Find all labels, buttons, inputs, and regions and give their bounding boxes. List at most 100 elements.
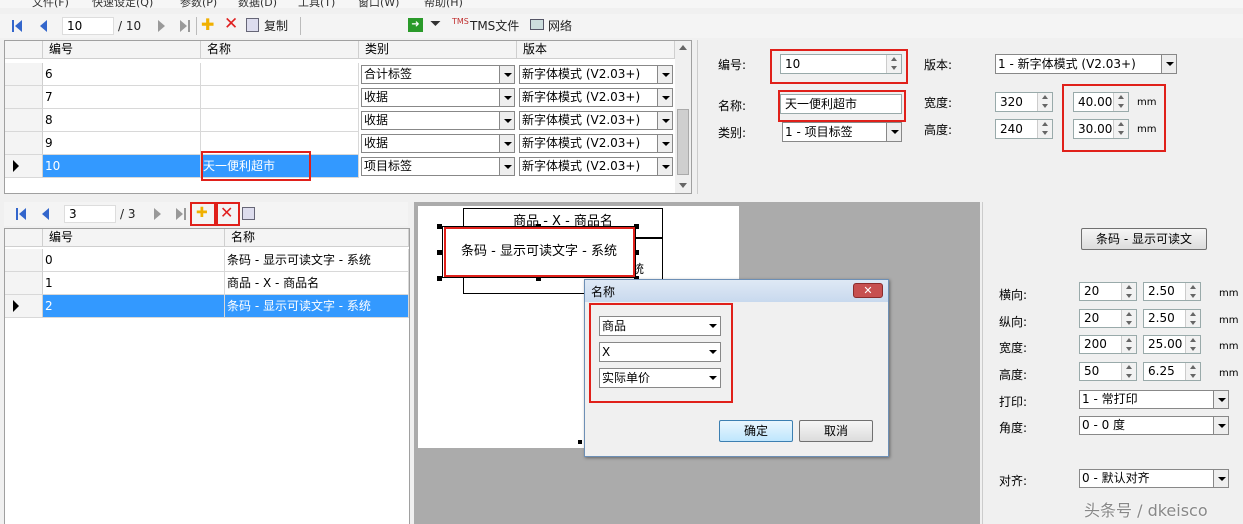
tms-icon[interactable]: ТМS — [452, 18, 469, 26]
first-record-arrow-icon[interactable] — [15, 20, 22, 32]
el-width-px-field[interactable]: 200 — [1079, 335, 1137, 354]
spin-icon[interactable] — [1185, 336, 1200, 353]
current-row-indicator[interactable] — [5, 155, 43, 178]
menu-data[interactable]: 数据(D) — [238, 0, 277, 8]
v-pos-mm-field[interactable]: 2.50 — [1143, 309, 1201, 328]
dropdown-arrow-icon[interactable] — [657, 89, 672, 106]
go-icon[interactable]: ➜ — [408, 18, 423, 32]
dropdown-arrow-icon[interactable] — [499, 66, 514, 83]
h-pos-px-field[interactable]: 20 — [1079, 282, 1137, 301]
col-header-name[interactable]: 名称 — [201, 41, 359, 59]
col-header-version[interactable]: 版本 — [517, 41, 675, 59]
dropdown-arrow-icon[interactable] — [657, 66, 672, 83]
col-header-id[interactable]: 编号 — [43, 41, 201, 59]
menu-file[interactable]: 文件(F) — [32, 0, 69, 8]
last-record-icon[interactable] — [180, 20, 187, 32]
dropdown-arrow-icon[interactable] — [499, 89, 514, 106]
scroll-thumb[interactable] — [677, 109, 689, 175]
dropdown-arrow-icon[interactable] — [1213, 470, 1228, 487]
menu-tools[interactable]: 工具(T) — [298, 0, 335, 8]
table-row-id[interactable]: 8 — [43, 109, 201, 132]
version-combo[interactable]: 新字体模式 (V2.03+) — [519, 65, 673, 84]
first-element-arrow-icon[interactable] — [19, 208, 26, 220]
height-px-field[interactable]: 240 — [995, 119, 1053, 139]
spin-icon[interactable] — [1185, 363, 1200, 380]
col-header-type[interactable]: 类别 — [359, 41, 517, 59]
filter-icon[interactable]: ⏷ — [430, 16, 441, 32]
scroll-down-icon[interactable] — [679, 183, 687, 188]
menu-help[interactable]: 帮助(H) — [424, 0, 463, 8]
copy-icon[interactable] — [246, 18, 259, 32]
last-element-bar-icon[interactable] — [184, 208, 186, 220]
el-width-mm-field[interactable]: 25.00 — [1143, 335, 1201, 354]
last-element-icon[interactable] — [176, 208, 183, 220]
dropdown-arrow-icon[interactable] — [499, 135, 514, 152]
angle-select[interactable]: 0 - 0 度 — [1079, 416, 1229, 435]
spin-icon[interactable] — [1121, 283, 1136, 300]
width-px-field[interactable]: 320 — [995, 92, 1053, 112]
copy-button[interactable]: 复制 — [264, 18, 288, 34]
spin-icon[interactable] — [1037, 120, 1052, 138]
table-row-id[interactable]: 7 — [43, 86, 201, 109]
type-combo[interactable]: 收据 — [361, 111, 515, 130]
table-row-id[interactable]: 6 — [43, 63, 201, 86]
version-select[interactable]: 1 - 新字体模式 (V2.03+) — [995, 54, 1177, 74]
menu-window[interactable]: 窗口(W) — [358, 0, 399, 8]
menu-quick-setup[interactable]: 快速设定(Q) — [92, 0, 153, 8]
spin-icon[interactable] — [1185, 283, 1200, 300]
next-element-icon[interactable] — [154, 208, 161, 220]
dropdown-arrow-icon[interactable] — [1213, 417, 1228, 434]
network-button[interactable]: 网络 — [548, 18, 572, 34]
spin-icon[interactable] — [1185, 310, 1200, 327]
h-pos-mm-field[interactable]: 2.50 — [1143, 282, 1201, 301]
delete-icon[interactable]: ✕ — [224, 16, 238, 33]
table-row-name[interactable]: 条码 - 显示可读文字 - 系统 — [225, 249, 409, 272]
record-number-input[interactable]: 10 — [62, 17, 114, 35]
spin-icon[interactable] — [1121, 310, 1136, 327]
table-row-id[interactable]: 0 — [43, 249, 225, 272]
type-combo[interactable]: 收据 — [361, 88, 515, 107]
tms-file-button[interactable]: TMS文件 — [470, 18, 519, 34]
dropdown-arrow-icon[interactable] — [657, 112, 672, 129]
resize-handle[interactable] — [578, 440, 582, 444]
scroll-up-icon[interactable] — [679, 45, 687, 50]
table-row-id[interactable]: 9 — [43, 132, 201, 155]
table-row-name[interactable] — [201, 109, 359, 132]
resize-handle[interactable] — [437, 276, 442, 281]
dropdown-arrow-icon[interactable] — [1161, 55, 1176, 73]
table-row-name[interactable]: 条码 - 显示可读文字 - 系统 — [225, 295, 409, 318]
version-combo[interactable]: 新字体模式 (V2.03+) — [519, 157, 673, 176]
dropdown-arrow-icon[interactable] — [499, 158, 514, 175]
ok-button[interactable]: 确定 — [719, 420, 793, 442]
next-record-icon[interactable] — [158, 20, 165, 32]
v-pos-px-field[interactable]: 20 — [1079, 309, 1137, 328]
type-select[interactable]: 1 - 项目标签 — [782, 122, 902, 142]
dropdown-arrow-icon[interactable] — [499, 112, 514, 129]
first-element-icon[interactable] — [16, 208, 18, 220]
col-header-id[interactable]: 编号 — [43, 229, 225, 247]
menu-params[interactable]: 参数(P) — [180, 0, 217, 8]
version-combo[interactable]: 新字体模式 (V2.03+) — [519, 111, 673, 130]
close-icon[interactable]: ✕ — [853, 283, 883, 298]
table-row-name[interactable] — [201, 86, 359, 109]
resize-handle[interactable] — [437, 224, 442, 229]
spin-icon[interactable] — [1037, 93, 1052, 111]
table-row-name[interactable] — [201, 63, 359, 86]
type-combo[interactable]: 收据 — [361, 134, 515, 153]
dialog-titlebar[interactable]: 名称 ✕ — [585, 280, 888, 302]
type-combo[interactable]: 项目标签 — [361, 157, 515, 176]
element-number-input[interactable]: 3 — [64, 205, 116, 223]
table-row-id[interactable]: 10 — [43, 155, 201, 178]
spin-icon[interactable] — [1121, 363, 1136, 380]
el-height-mm-field[interactable]: 6.25 — [1143, 362, 1201, 381]
prev-record-icon[interactable] — [40, 20, 47, 32]
first-record-icon[interactable] — [12, 20, 14, 32]
spin-icon[interactable] — [1121, 336, 1136, 353]
current-row-indicator[interactable] — [5, 295, 43, 318]
last-record-bar-icon[interactable] — [188, 20, 190, 32]
align-select[interactable]: 0 - 默认对齐 — [1079, 469, 1229, 488]
type-combo[interactable]: 合计标签 — [361, 65, 515, 84]
element-select-button[interactable]: 条码 - 显示可读文 — [1081, 228, 1207, 250]
version-combo[interactable]: 新字体模式 (V2.03+) — [519, 88, 673, 107]
el-height-px-field[interactable]: 50 — [1079, 362, 1137, 381]
